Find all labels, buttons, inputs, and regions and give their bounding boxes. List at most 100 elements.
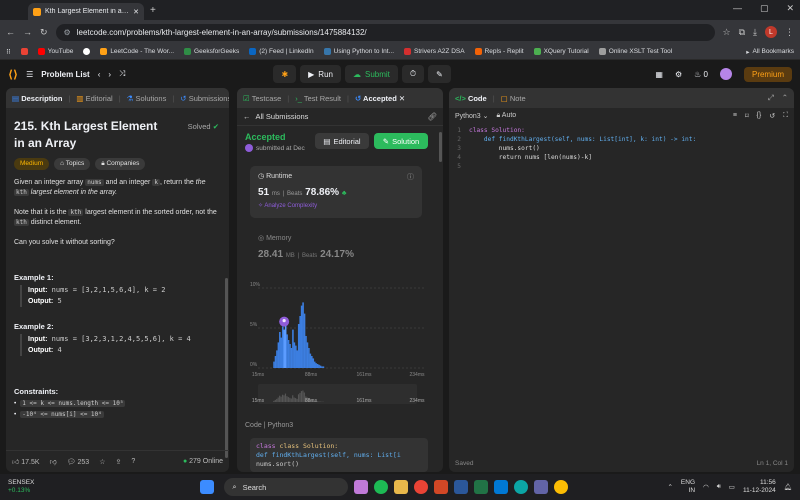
tab-code[interactable]: </> Code [455, 94, 487, 103]
bookmark-gmail[interactable] [20, 48, 28, 55]
shuffle-icon[interactable]: ⤨ [119, 69, 125, 79]
apps-icon[interactable]: ⠿ [6, 48, 11, 56]
leetcode-logo-icon[interactable]: ⟨⟩ [8, 68, 18, 81]
new-tab-icon[interactable]: + [150, 5, 156, 16]
submission-scrollbar[interactable] [439, 132, 442, 162]
language-indicator[interactable]: ENG IN [681, 479, 695, 495]
timer-icon[interactable]: ⏱ [401, 65, 425, 83]
run-button[interactable]: ▶ Run [300, 65, 341, 83]
difficulty-badge[interactable]: Medium [14, 158, 50, 170]
spotify-icon[interactable] [374, 480, 389, 494]
settings-icon[interactable]: ⚙ [675, 70, 682, 79]
tray-chevron-icon[interactable]: ⌃ [667, 483, 672, 491]
bookmark-striver[interactable]: Strivers A2Z DSA [404, 48, 465, 55]
edge-icon[interactable] [514, 480, 529, 494]
comments-button[interactable]: 💬︎ 253 [67, 458, 90, 466]
bookmark-python[interactable]: Using Python to Int... [323, 48, 394, 55]
submit-button[interactable]: ☁ Submit [344, 65, 398, 83]
profile-avatar[interactable]: L [765, 26, 777, 38]
tab-test-result[interactable]: ›_ Test Result [295, 94, 341, 103]
site-info-icon[interactable]: ⚙ [64, 28, 71, 37]
bookmark-xslt[interactable]: Online XSLT Test Tool [598, 48, 672, 55]
vscode-icon[interactable] [494, 480, 509, 494]
excel-icon[interactable] [474, 480, 489, 494]
notes-icon[interactable]: ✎ [428, 65, 451, 83]
star-icon[interactable]: ☆ [723, 27, 731, 38]
tab-editorial[interactable]: ▥ Editorial [76, 94, 112, 103]
premium-button[interactable]: Premium [743, 66, 792, 82]
minimize-icon[interactable]: — [733, 3, 742, 14]
clock[interactable]: 11:56 11-12-2024 [743, 479, 776, 495]
mail-icon[interactable] [434, 480, 449, 494]
copilot-icon[interactable] [354, 480, 369, 494]
bookmark-leetcode[interactable]: LeetCode - The Wor... [100, 48, 174, 55]
collapse-icon[interactable]: ⌃ [782, 93, 788, 103]
bookmark-xquery[interactable]: XQuery Tutorial [533, 48, 589, 55]
bookmark-youtube[interactable]: YouTube [37, 48, 73, 55]
teams-icon[interactable] [534, 480, 549, 494]
tab-solutions[interactable]: ⚗ Solutions [127, 94, 167, 103]
prev-problem-icon[interactable]: ‹ [98, 70, 101, 79]
favorite-icon[interactable]: ☆ [99, 458, 105, 466]
next-problem-icon[interactable]: › [108, 70, 111, 79]
streak[interactable]: ♨ 0 [694, 70, 708, 79]
problem-list-icon[interactable]: ☰ [26, 70, 33, 79]
runtime-distribution-chart[interactable]: 10% 5% 0% 15ms 88ms 161ms 234ms 15ms 88ms 161ms 23… [250, 278, 430, 414]
menu-icon[interactable]: ⋮ [785, 27, 794, 38]
file-explorer-icon[interactable] [394, 480, 409, 494]
bookmark-gfg[interactable]: GeeksforGeeks [184, 48, 239, 55]
fullscreen-icon[interactable]: ⤢ [768, 93, 774, 103]
editorial-button[interactable]: ▤ Editorial [315, 133, 369, 149]
auto-mode[interactable]: 🔒︎ Auto [497, 112, 517, 120]
braces-icon[interactable]: {} [757, 112, 762, 120]
download-icon[interactable]: ⤓ [753, 27, 757, 38]
close-window-icon[interactable]: ✕ [786, 3, 794, 14]
like-button[interactable]: 👍︎ 17.5K [12, 457, 40, 466]
language-select[interactable]: Python3 ⌄ [455, 112, 489, 120]
bookmark-github[interactable] [83, 48, 91, 55]
debug-button[interactable]: ✱ [273, 65, 297, 83]
notification-icon[interactable]: 🔔︎ [784, 483, 792, 491]
word-icon[interactable] [454, 480, 469, 494]
windows-start-icon[interactable] [200, 480, 215, 494]
tab-testcase[interactable]: ☑ Testcase [243, 94, 281, 103]
expand-icon[interactable]: ⛶ [783, 112, 788, 120]
user-avatar[interactable] [719, 68, 732, 80]
tab-description[interactable]: ▤ Description [12, 94, 62, 103]
reload-icon[interactable]: ↻ [40, 27, 48, 38]
problem-title[interactable]: 215. Kth Largest Element in an Array [6, 108, 176, 152]
tab-note[interactable]: ▢ Note [501, 94, 526, 103]
all-submissions-link[interactable]: ← All Submissions 🔗︎ [237, 108, 443, 126]
wifi-icon[interactable]: ◠ [703, 483, 709, 491]
all-bookmarks[interactable]: ▸ All Bookmarks [746, 48, 794, 56]
runtime-card[interactable]: ◷ Runtime ⓘ 51 ms | Beats 78.86% ♣ ✧ Anal… [250, 166, 422, 218]
tab-submissions[interactable]: ↺ Submissions [180, 94, 229, 103]
tab-accepted[interactable]: ↺ Accepted ✕ [355, 94, 405, 103]
chrome-active-icon[interactable] [554, 480, 569, 494]
companies-chip[interactable]: 🔒︎ Companies [95, 158, 146, 170]
format-icon[interactable]: ≡ [733, 112, 737, 120]
forward-icon[interactable]: → [23, 27, 32, 37]
code-editor[interactable]: 1 class Solution: 2 def findKthLargest(se… [449, 126, 794, 171]
chrome-icon[interactable] [414, 480, 429, 494]
reset-icon[interactable]: ↺ [769, 112, 775, 120]
close-tab-icon[interactable]: ✕ [133, 8, 139, 16]
help-icon[interactable]: ? [131, 458, 135, 465]
back-icon[interactable]: ← [6, 27, 15, 37]
bookmark-replit[interactable]: Repls - Replit [474, 48, 524, 55]
stock-widget[interactable]: SENSEX +0.13% [8, 479, 34, 495]
volume-icon[interactable]: 🔊︎ [717, 483, 721, 491]
link-icon[interactable]: 🔗︎ [427, 112, 437, 121]
bookmark-linkedin[interactable]: (2) Feed | LinkedIn [249, 48, 314, 55]
browser-tab[interactable]: Kth Largest Element in an Array ✕ [28, 3, 144, 20]
taskbar-search[interactable]: ⌕ Search [224, 478, 349, 496]
bookmark-icon[interactable]: ⌑ [745, 112, 749, 120]
share-icon[interactable]: ⇪ [115, 458, 121, 466]
layout-icon[interactable]: ▦ [655, 70, 663, 79]
dislike-icon[interactable]: 👎︎ [50, 457, 57, 466]
battery-icon[interactable]: ▭ [729, 483, 735, 491]
memory-card[interactable]: ◎ Memory 28.41 MB | Beats 24.17% [250, 228, 422, 268]
topics-chip[interactable]: ⌂ Topics [54, 158, 91, 170]
solution-button[interactable]: ✎ Solution [374, 133, 428, 149]
analyze-complexity-link[interactable]: ✧ Analyze Complexity [258, 202, 414, 209]
